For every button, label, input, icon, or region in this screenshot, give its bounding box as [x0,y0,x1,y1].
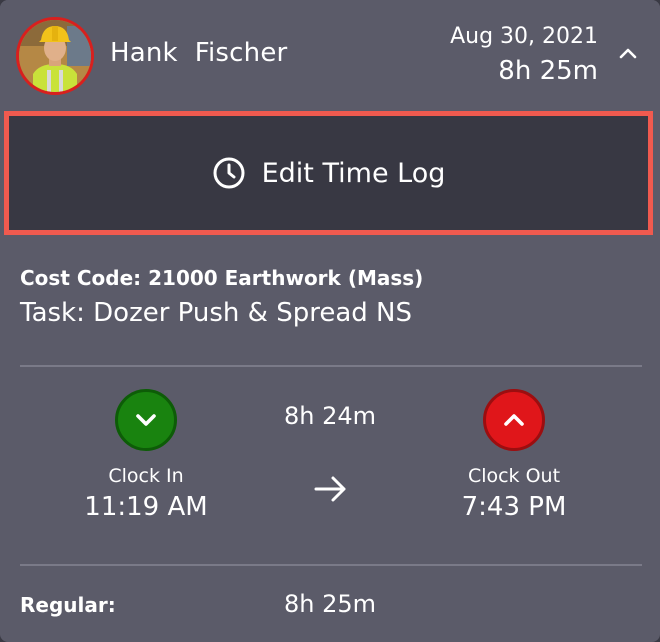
task: Task: Dozer Push & Spread NS [20,298,412,328]
clock-in-time: 11:19 AM [84,492,208,522]
chevron-up-icon[interactable] [616,42,640,66]
log-date: Aug 30, 2021 [450,24,598,49]
divider [20,365,642,367]
chevron-up-icon [504,414,524,426]
arrow-right-icon [313,474,349,504]
clock-in-button[interactable] [115,389,177,451]
clock-out-label: Clock Out [467,465,561,487]
regular-label: Regular: [20,593,116,617]
clock-in-label: Clock In [108,465,184,487]
avatar [16,17,94,95]
cost-code: Cost Code: 21000 Earthwork (Mass) [20,266,424,290]
time-log-card: Hank Fischer Aug 30, 2021 8h 25m Edit Ti… [0,0,660,642]
edit-time-log-label: Edit Time Log [261,157,446,189]
clock-out-time: 7:43 PM [461,492,567,522]
employee-name: Hank Fischer [110,38,288,68]
chevron-down-icon [136,414,156,426]
edit-time-log-button[interactable]: Edit Time Log [4,111,653,235]
time-log-header[interactable]: Hank Fischer Aug 30, 2021 8h 25m [0,0,660,110]
elapsed-duration: 8h 24m [283,402,377,430]
divider [20,564,642,566]
total-duration: 8h 25m [498,56,598,86]
clock-icon [212,156,246,190]
clock-out-button[interactable] [483,389,545,451]
worker-photo-icon [19,20,91,92]
regular-value: 8h 25m [284,590,377,618]
